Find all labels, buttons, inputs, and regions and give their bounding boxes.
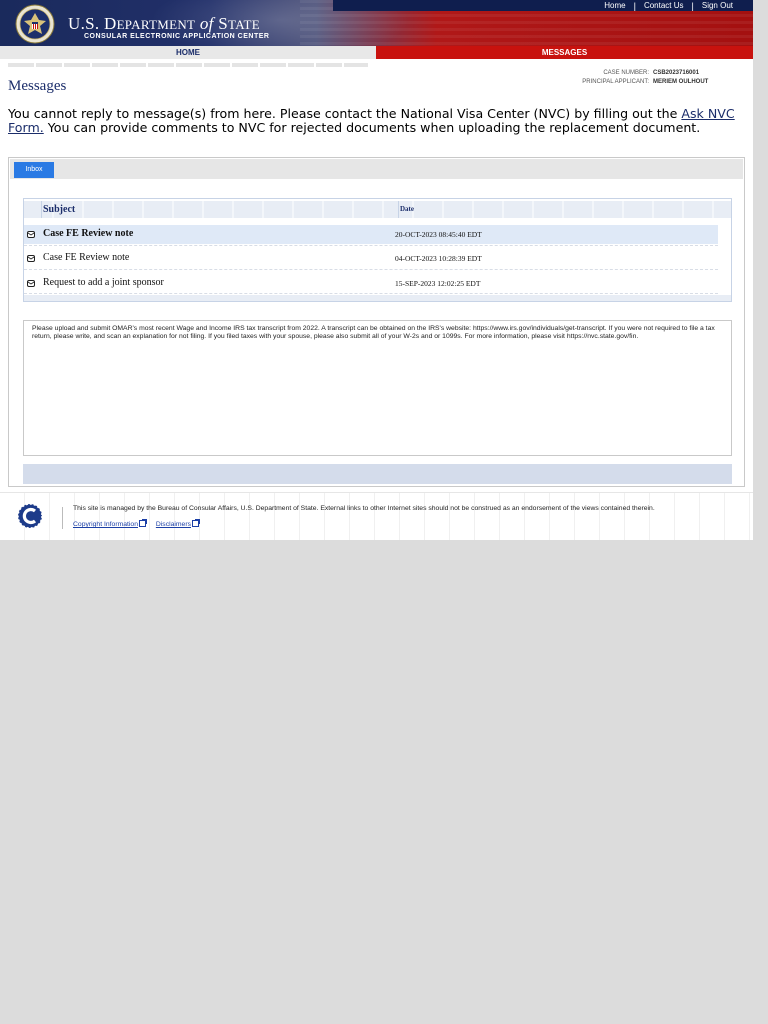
message-body: Please upload and submit OMAR's most rec…	[23, 320, 732, 456]
message-subject: Request to add a joint sponsor	[43, 277, 164, 288]
table-row[interactable]: Case FE Review note 04-OCT-2023 10:28:39…	[24, 249, 718, 268]
case-number: CSB2023716001	[653, 70, 700, 76]
nav-home[interactable]: HOME	[0, 46, 376, 59]
table-header	[24, 201, 731, 218]
department-seal-icon	[15, 4, 55, 44]
decorative-divider	[8, 63, 368, 67]
footer-links: Copyright Information Disclaimers	[73, 519, 207, 528]
envelope-icon	[27, 231, 35, 238]
envelope-icon	[27, 255, 35, 262]
sign-out-link[interactable]: Sign Out	[694, 1, 741, 10]
message-subject: Case FE Review note	[43, 228, 134, 239]
notice-text: You cannot reply to message(s) from here…	[8, 106, 735, 135]
site-footer: This site is managed by the Bureau of Co…	[0, 492, 753, 540]
nav-messages[interactable]: MESSAGES	[376, 46, 753, 59]
page: Home | Contact Us | Sign Out U.S. DEPART…	[0, 0, 753, 540]
case-info: CASE NUMBER: CSB2023716001 PRINCIPAL APP…	[520, 70, 733, 88]
copyright-information-link[interactable]: Copyright Information	[73, 519, 147, 528]
principal-applicant-label: PRINCIPAL APPLICANT:	[582, 79, 649, 85]
external-link-icon	[138, 519, 147, 527]
table-row[interactable]: Case FE Review note 20-OCT-2023 08:45:40…	[24, 225, 718, 244]
message-date: 04-OCT-2023 10:28:39 EDT	[395, 254, 482, 263]
department-subtitle: CONSULAR ELECTRONIC APPLICATION CENTER	[84, 33, 270, 40]
envelope-icon	[27, 280, 35, 287]
table-row[interactable]: Request to add a joint sponsor 15-SEP-20…	[24, 274, 718, 293]
message-subject: Case FE Review note	[43, 252, 130, 263]
department-title: U.S. DEPARTMENT of STATE	[68, 14, 260, 33]
message-date: 15-SEP-2023 12:02:25 EDT	[395, 279, 481, 288]
site-header: Home | Contact Us | Sign Out U.S. DEPART…	[0, 0, 753, 46]
footer-text: This site is managed by the Bureau of Co…	[73, 505, 655, 512]
message-footer-bar	[23, 464, 732, 484]
tab-inbox[interactable]: Inbox	[14, 162, 54, 178]
column-header-subject[interactable]: Subject	[43, 204, 75, 215]
inbox-panel: Inbox Subject Date Case FE Review note 2…	[8, 157, 745, 487]
page-title: Messages	[8, 78, 67, 94]
top-links: Home | Contact Us | Sign Out	[596, 0, 741, 11]
external-link-icon	[192, 519, 200, 527]
disclaimers-link[interactable]: Disclaimers	[156, 519, 200, 528]
column-header-date[interactable]: Date	[400, 205, 414, 213]
messages-table: Subject Date Case FE Review note 20-OCT-…	[23, 198, 732, 302]
message-date: 20-OCT-2023 08:45:40 EDT	[395, 230, 482, 239]
consular-affairs-logo-icon	[17, 503, 43, 529]
case-number-label: CASE NUMBER:	[603, 70, 649, 76]
tab-bar: Inbox	[10, 159, 743, 179]
contact-us-link[interactable]: Contact Us	[636, 1, 692, 10]
home-link[interactable]: Home	[596, 1, 633, 10]
main-nav: HOME MESSAGES	[0, 46, 753, 59]
principal-applicant-name: MERIEM OULHOUT	[653, 79, 709, 85]
